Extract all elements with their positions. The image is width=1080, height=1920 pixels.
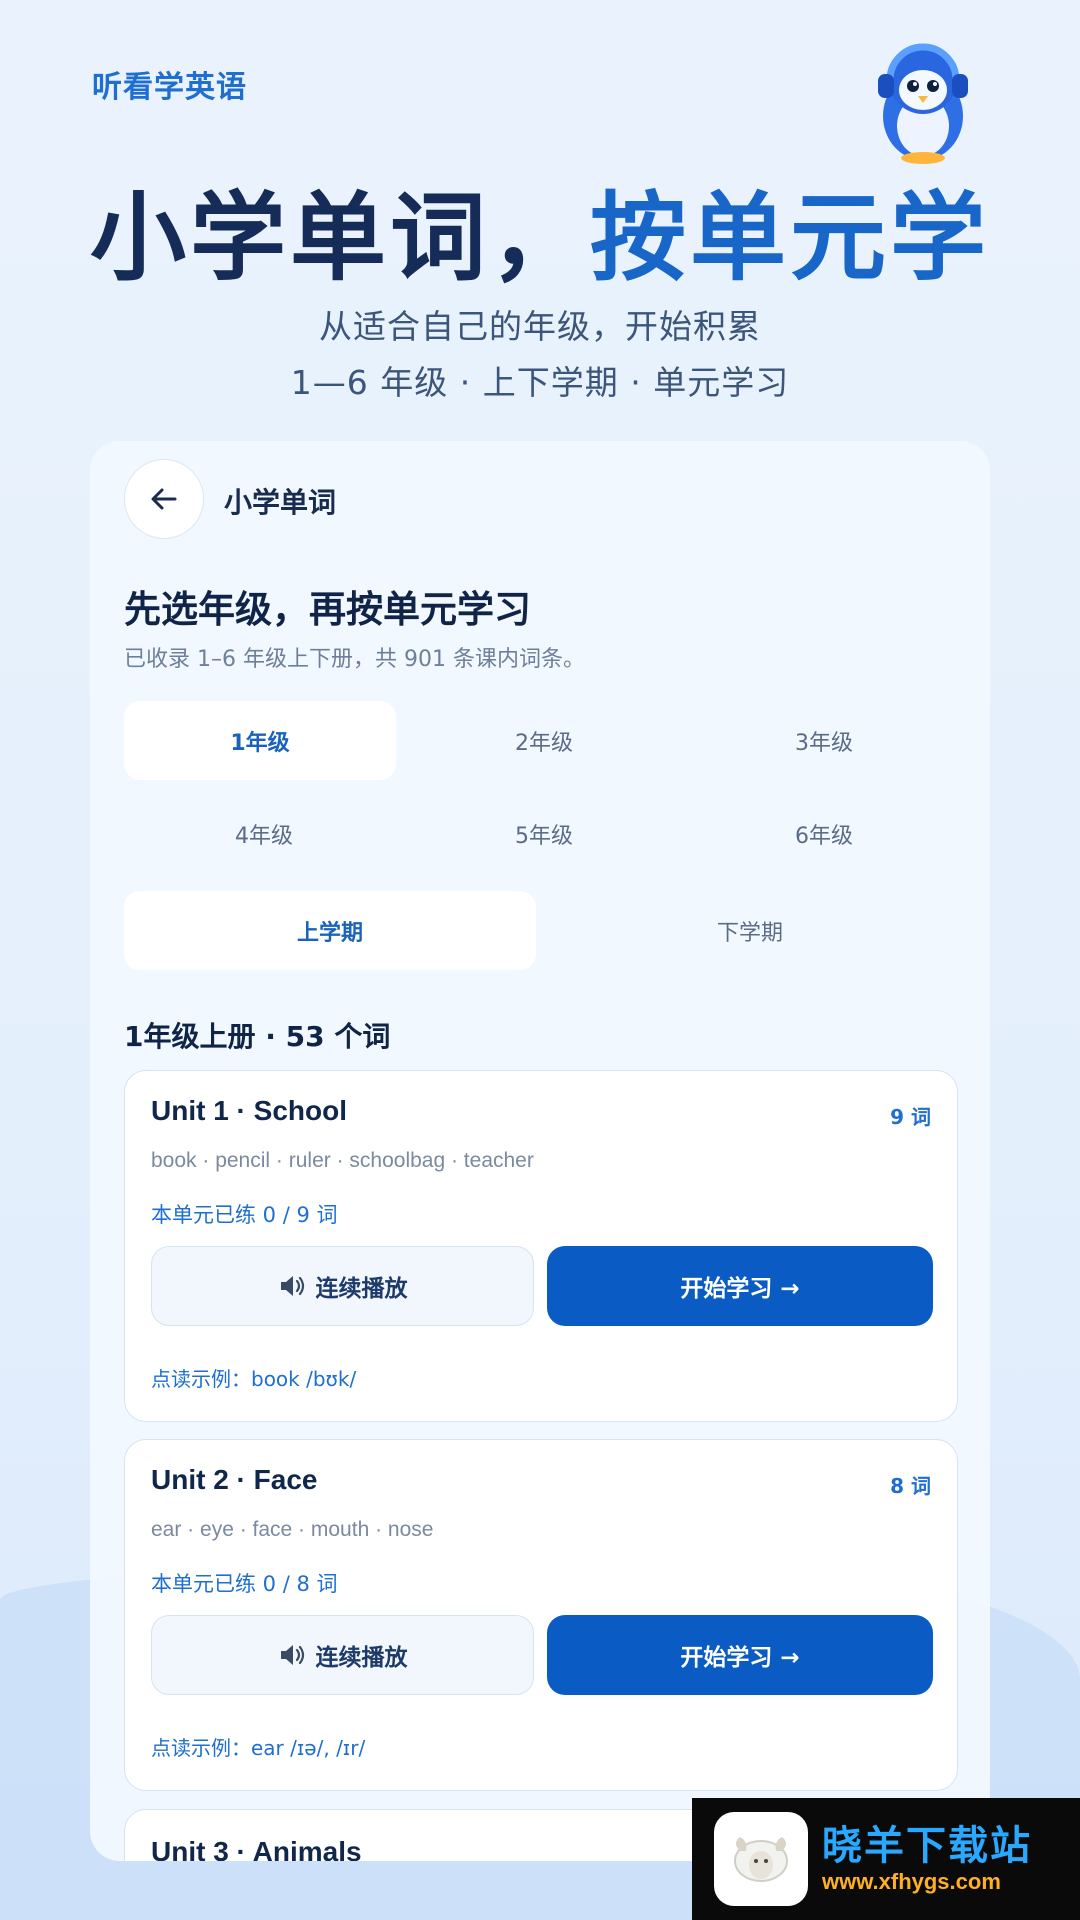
grade-tab-4[interactable]: 4年级	[124, 794, 404, 873]
grade-tab-3[interactable]: 3年级	[684, 701, 964, 780]
play-continuous-button[interactable]: 连续播放	[151, 1615, 534, 1695]
unit-word-preview: book · pencil · ruler · schoolbag · teac…	[151, 1149, 534, 1172]
unit-word-count: 8 词	[890, 1474, 931, 1498]
unit-title: Unit 1 · School	[151, 1095, 347, 1126]
hero-subtitle: 从适合自己的年级，开始积累	[319, 307, 761, 346]
grade-tab-5[interactable]: 5年级	[404, 794, 684, 873]
hero-subtitle-range: 1—6 年级 · 上下学期 · 单元学习	[290, 363, 790, 402]
term-selector: 上学期 下学期	[124, 891, 964, 970]
start-learning-button[interactable]: 开始学习 →	[547, 1615, 933, 1695]
unit-title: Unit 2 · Face	[151, 1464, 318, 1495]
unit-example: 点读示例：ear /ɪə/, /ɪr/	[151, 1736, 366, 1760]
word-panel: 小学单词 先选年级，再按单元学习 已收录 1–6 年级上下册，共 901 条课内…	[90, 441, 990, 1861]
play-label: 连续播放	[315, 1276, 408, 1302]
unit-card: Unit 1 · School 9 词 book · pencil · rule…	[124, 1070, 958, 1422]
unit-word-preview: ear · eye · face · mouth · nose	[151, 1518, 434, 1541]
grade-tab-2[interactable]: 2年级	[404, 701, 684, 780]
unit-example: 点读示例：book /bʊk/	[151, 1367, 357, 1391]
unit-progress: 本单元已练 0 / 9 词	[151, 1203, 338, 1227]
watermark-banner: 晓羊下载站 www.xfhygs.com	[692, 1798, 1080, 1920]
section-description: 已收录 1–6 年级上下册，共 901 条课内词条。	[124, 647, 585, 672]
unit-word-count: 9 词	[890, 1105, 931, 1129]
section-heading: 先选年级，再按单元学习	[124, 588, 531, 631]
penguin-mascot-icon	[878, 43, 968, 164]
play-label: 连续播放	[315, 1645, 408, 1671]
speaker-icon	[280, 1276, 304, 1296]
hero-title-part2: 按单元学	[590, 182, 990, 294]
start-label: 开始学习 →	[680, 1276, 800, 1302]
grade-tab-1[interactable]: 1年级	[124, 701, 396, 780]
arrow-left-icon	[151, 488, 177, 510]
start-label: 开始学习 →	[680, 1645, 800, 1671]
unit-card: Unit 2 · Face 8 词 ear · eye · face · mou…	[124, 1439, 958, 1791]
start-learning-button[interactable]: 开始学习 →	[547, 1246, 933, 1326]
grade-selector: 1年级 2年级 3年级 4年级 5年级 6年级	[124, 701, 964, 873]
back-button[interactable]	[124, 459, 204, 539]
term-tab-second[interactable]: 下学期	[536, 891, 964, 970]
term-tab-first[interactable]: 上学期	[124, 891, 536, 970]
book-summary: 1年级上册 · 53 个词	[124, 1020, 391, 1053]
panel-title: 小学单词	[224, 486, 337, 519]
unit-title: Unit 3 · Animals	[151, 1836, 362, 1861]
watermark-name: 晓羊下载站	[822, 1823, 1032, 1869]
speaker-icon	[280, 1645, 304, 1665]
grade-tab-6[interactable]: 6年级	[684, 794, 964, 873]
brand-name: 听看学英语	[92, 70, 247, 105]
sheep-logo-icon	[714, 1812, 808, 1906]
watermark-url: www.xfhygs.com	[822, 1869, 1001, 1894]
unit-progress: 本单元已练 0 / 8 词	[151, 1572, 338, 1596]
play-continuous-button[interactable]: 连续播放	[151, 1246, 534, 1326]
hero-title-part1: 小学单词，	[90, 182, 590, 294]
hero-title: 小学单词，按单元学	[0, 160, 1080, 299]
